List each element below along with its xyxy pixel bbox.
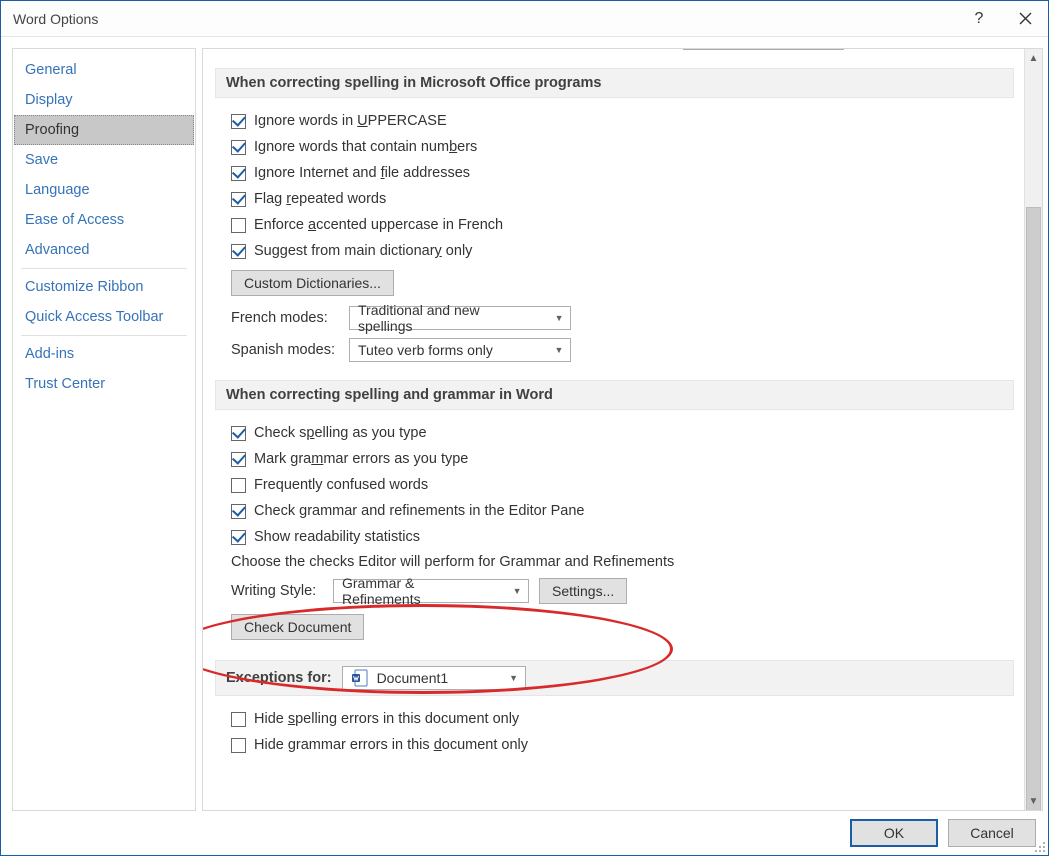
chevron-down-icon: ▼ [510, 580, 524, 602]
checkbox-icon [231, 166, 246, 181]
sidebar-item-general[interactable]: General [13, 55, 195, 85]
opt-check-grammar-refinements[interactable]: Check grammar and refinements in the Edi… [215, 498, 1014, 524]
opt-label: Mark grammar errors as you type [254, 451, 468, 467]
opt-mark-grammar-as-you-type[interactable]: Mark grammar errors as you type [215, 446, 1014, 472]
sidebar-item-proofing[interactable]: Proofing [14, 115, 194, 145]
opt-label: Check grammar and refinements in the Edi… [254, 503, 584, 519]
dropdown-value: Grammar & Refinements [342, 575, 494, 607]
french-modes-dropdown[interactable]: Traditional and new spellings ▼ [349, 306, 571, 330]
scroll-down-arrow-icon[interactable]: ▼ [1025, 792, 1042, 810]
opt-show-readability[interactable]: Show readability statistics [215, 524, 1014, 550]
exceptions-document-dropdown[interactable]: Document1 ▼ [342, 666, 526, 690]
spanish-modes-dropdown[interactable]: Tuteo verb forms only ▼ [349, 338, 571, 362]
checkbox-icon [231, 712, 246, 727]
writing-style-dropdown[interactable]: Grammar & Refinements ▼ [333, 579, 529, 603]
opt-label: Enforce accented uppercase in French [254, 217, 503, 233]
sidebar-item-advanced[interactable]: Advanced [13, 235, 195, 265]
dropdown-value: Traditional and new spellings [358, 302, 536, 334]
dropdown-value: Document1 [377, 670, 449, 686]
section-header-spell-grammar-word: When correcting spelling and grammar in … [215, 380, 1014, 410]
opt-label: Hide spelling errors in this document on… [254, 711, 519, 727]
cancel-button[interactable]: Cancel [948, 819, 1036, 847]
opt-hide-spelling-errors[interactable]: Hide spelling errors in this document on… [215, 706, 1014, 732]
sidebar-item-quick-access-toolbar[interactable]: Quick Access Toolbar [13, 302, 195, 332]
dialog-footer: OK Cancel [850, 819, 1036, 847]
opt-ignore-uppercase[interactable]: Ignore words in UPPERCASE [215, 108, 1014, 134]
vertical-scrollbar[interactable]: ▲ ▼ [1024, 49, 1042, 810]
opt-flag-repeated[interactable]: Flag repeated words [215, 186, 1014, 212]
dropdown-value: Tuteo verb forms only [358, 342, 493, 358]
opt-label: Frequently confused words [254, 477, 428, 493]
chevron-down-icon: ▼ [507, 667, 521, 689]
opt-main-dictionary-only[interactable]: Suggest from main dictionary only [215, 238, 1014, 264]
choose-checks-text: Choose the checks Editor will perform fo… [215, 550, 1014, 574]
sidebar-item-display[interactable]: Display [13, 85, 195, 115]
spanish-modes-label: Spanish modes: [231, 342, 339, 358]
opt-label: Hide grammar errors in this document onl… [254, 737, 528, 753]
checkbox-icon [231, 218, 246, 233]
exceptions-header: Exceptions for: Document1 ▼ [215, 660, 1014, 696]
opt-label: Suggest from main dictionary only [254, 243, 472, 259]
writing-style-label: Writing Style: [231, 583, 323, 599]
sidebar-item-customize-ribbon[interactable]: Customize Ribbon [13, 272, 195, 302]
opt-label: Check spelling as you type [254, 425, 427, 441]
cutoff-row: Change how Word corrects and formats tex… [215, 48, 1014, 54]
sidebar-divider [21, 335, 187, 336]
checkbox-icon [231, 426, 246, 441]
checkbox-icon [231, 244, 246, 259]
settings-button[interactable]: Settings... [539, 578, 627, 604]
checkbox-icon [231, 504, 246, 519]
checkbox-icon [231, 530, 246, 545]
ok-button[interactable]: OK [850, 819, 938, 847]
scroll-up-arrow-icon[interactable]: ▲ [1025, 49, 1042, 67]
chevron-down-icon: ▼ [552, 307, 566, 329]
sidebar-divider [21, 268, 187, 269]
check-document-button[interactable]: Check Document [231, 614, 364, 640]
scroll-track[interactable] [1025, 67, 1042, 792]
opt-label: Ignore words in UPPERCASE [254, 113, 447, 129]
exceptions-label: Exceptions for: [226, 670, 332, 686]
help-button[interactable]: ? [956, 1, 1002, 37]
opt-label: Flag repeated words [254, 191, 386, 207]
chevron-down-icon: ▼ [552, 339, 566, 361]
close-button[interactable] [1002, 1, 1048, 37]
opt-frequently-confused-words[interactable]: Frequently confused words [215, 472, 1014, 498]
checkbox-icon [231, 192, 246, 207]
opt-label: Show readability statistics [254, 529, 420, 545]
opt-ignore-internet[interactable]: Ignore Internet and file addresses [215, 160, 1014, 186]
opt-hide-grammar-errors[interactable]: Hide grammar errors in this document onl… [215, 732, 1014, 758]
opt-label: Ignore Internet and file addresses [254, 165, 470, 181]
sidebar-item-language[interactable]: Language [13, 175, 195, 205]
section-header-spell-office: When correcting spelling in Microsoft Of… [215, 68, 1014, 98]
window-title: Word Options [13, 11, 98, 27]
custom-dictionaries-button[interactable]: Custom Dictionaries... [231, 270, 394, 296]
french-modes-label: French modes: [231, 310, 339, 326]
opt-label: Ignore words that contain numbers [254, 139, 477, 155]
checkbox-icon [231, 738, 246, 753]
sidebar-item-ease-of-access[interactable]: Ease of Access [13, 205, 195, 235]
opt-ignore-numbers[interactable]: Ignore words that contain numbers [215, 134, 1014, 160]
sidebar-item-add-ins[interactable]: Add-ins [13, 339, 195, 369]
scroll-thumb[interactable] [1026, 207, 1041, 811]
document-icon [351, 669, 369, 687]
checkbox-icon [231, 140, 246, 155]
sidebar-item-trust-center[interactable]: Trust Center [13, 369, 195, 399]
checkbox-icon [231, 452, 246, 467]
sidebar-item-save[interactable]: Save [13, 145, 195, 175]
opt-check-spelling-as-you-type[interactable]: Check spelling as you type [215, 420, 1014, 446]
checkbox-icon [231, 114, 246, 129]
content-pane: Change how Word corrects and formats tex… [202, 48, 1043, 811]
autocorrect-options-button[interactable]: AutoCorrect Options... [683, 48, 844, 50]
resize-grip-icon[interactable] [1032, 839, 1046, 853]
opt-enforce-french-accent[interactable]: Enforce accented uppercase in French [215, 212, 1014, 238]
sidebar: General Display Proofing Save Language E… [12, 48, 196, 811]
checkbox-icon [231, 478, 246, 493]
word-options-dialog: Word Options ? General Display Proofing … [0, 0, 1049, 856]
close-icon [1019, 12, 1032, 25]
titlebar: Word Options ? [1, 1, 1048, 37]
